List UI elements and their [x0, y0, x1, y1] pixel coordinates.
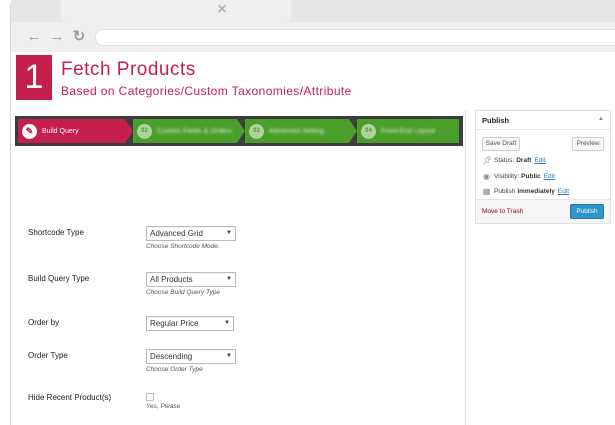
select-value: All Products [150, 275, 193, 284]
build-query-type-hint: Choose Build Query Type [146, 289, 220, 296]
save-draft-button[interactable]: Save Draft [482, 137, 520, 151]
pencil-icon: ✎ [22, 123, 37, 139]
query-builder-panel: ✎ Build Query 02 Custom Fields & Orders … [11, 110, 466, 425]
chevron-down-icon: ▼ [224, 320, 230, 326]
edit-visibility-link[interactable]: Edit [544, 173, 555, 180]
status-value: Draft [516, 157, 532, 164]
step-label: Advanced Setting [269, 127, 324, 135]
calendar-icon: ▦ [482, 187, 491, 196]
navigation-bar: ← → ↻ [11, 22, 615, 52]
visibility-row: ◉ Visibility: Public Edit [482, 172, 555, 181]
preview-button[interactable]: Preview [572, 137, 604, 151]
publish-button[interactable]: Publish [570, 204, 604, 219]
page-subtitle: Based on Categories/Custom Taxonomies/At… [61, 84, 352, 98]
eye-icon: ◉ [483, 172, 490, 181]
publish-box: Publish ▲ Save Draft Preview 📌︎ Status: … [475, 110, 611, 224]
wizard-steps: ✎ Build Query 02 Custom Fields & Orders … [15, 116, 463, 146]
build-query-type-select[interactable]: All Products ▼ [146, 272, 236, 287]
browser-tab[interactable]: ✕ [61, 0, 291, 22]
page-viewport: 1 Fetch Products Based on Categories/Cus… [11, 52, 615, 425]
select-value: Advanced Grid [150, 229, 203, 238]
hide-recent-hint: Yes, Please [146, 403, 181, 410]
address-bar[interactable] [95, 29, 615, 46]
status-row: 📌︎ Status: Draft Edit [482, 156, 546, 165]
order-by-label: Order by [28, 318, 60, 327]
shortcode-type-label: Shortcode Type [28, 228, 84, 237]
status-label: Status: [494, 157, 515, 164]
build-query-type-label: Build Query Type [28, 274, 90, 283]
back-arrow-icon[interactable]: ← [26, 29, 42, 45]
publish-box-title: Publish [482, 116, 510, 125]
forward-arrow-icon[interactable]: → [49, 29, 65, 45]
order-type-hint: Choose Order Type [146, 366, 203, 373]
page-title: Fetch Products [61, 59, 196, 80]
close-icon[interactable]: ✕ [216, 3, 228, 15]
step-build-query[interactable]: ✎ Build Query [18, 119, 133, 143]
visibility-value: Public [521, 173, 541, 180]
collapse-icon[interactable]: ▲ [598, 116, 604, 122]
edit-schedule-link[interactable]: Edit [558, 188, 569, 195]
move-to-trash-link[interactable]: Move to Trash [482, 208, 523, 215]
schedule-row: ▦ Publish immediately Edit [482, 187, 569, 196]
chevron-down-icon: ▼ [226, 276, 232, 282]
publish-box-footer: Move to Trash Publish [476, 199, 610, 223]
shortcode-type-hint: Choose Shortcode Mode. [146, 243, 220, 250]
step-custom-fields[interactable]: 02 Custom Fields & Orders [133, 119, 245, 143]
step-label: Front-End Layout [381, 127, 436, 135]
hide-recent-label: Hide Recent Product(s) [28, 393, 112, 402]
reload-icon[interactable]: ↻ [71, 29, 87, 45]
shortcode-type-select[interactable]: Advanced Grid ▼ [146, 226, 236, 241]
select-value: Regular Price [150, 319, 199, 328]
step-front-end-layout[interactable]: 04 Front-End Layout [357, 119, 459, 143]
chevron-down-icon: ▼ [226, 353, 232, 359]
hide-recent-checkbox[interactable] [146, 393, 154, 401]
visibility-label: Visibility: [494, 173, 520, 180]
step-label: Custom Fields & Orders [157, 127, 232, 135]
step-number-icon: 03 [249, 123, 264, 139]
publish-value: immediately [517, 188, 555, 195]
step-number-icon: 04 [361, 123, 376, 139]
chevron-down-icon: ▼ [226, 230, 232, 236]
order-type-label: Order Type [28, 351, 68, 360]
order-by-select[interactable]: Regular Price ▼ [146, 316, 234, 331]
step-label: Build Query [42, 127, 79, 135]
publish-label: Publish [494, 188, 516, 195]
browser-window: ✕ ← → ↻ 1 Fetch Products Based on Catego… [10, 0, 615, 425]
publish-box-header[interactable]: Publish ▲ [476, 111, 610, 130]
step-advanced-setting[interactable]: 03 Advanced Setting [245, 119, 357, 143]
step-number-badge: 1 [16, 55, 52, 100]
pin-icon: 📌︎ [482, 156, 493, 165]
select-value: Descending [150, 352, 193, 361]
edit-status-link[interactable]: Edit [534, 157, 545, 164]
tab-bar: ✕ [11, 0, 615, 22]
order-type-select[interactable]: Descending ▼ [146, 349, 236, 364]
step-number-icon: 02 [137, 123, 152, 139]
